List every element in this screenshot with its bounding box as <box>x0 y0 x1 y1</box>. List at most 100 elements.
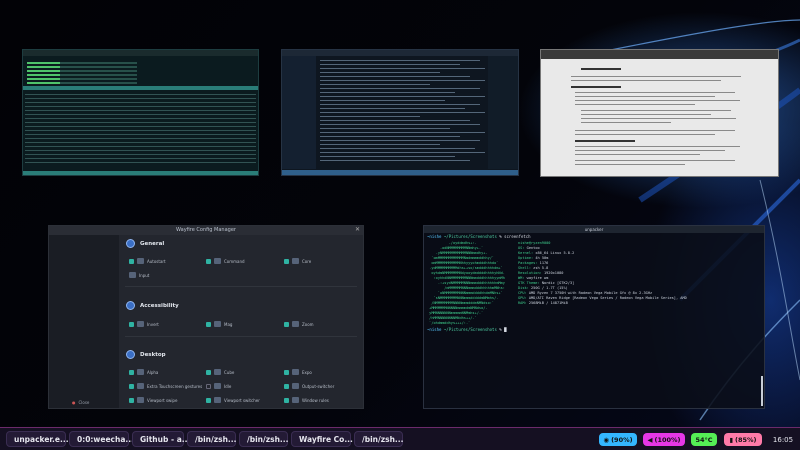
plugin-icon <box>214 258 221 264</box>
window-thumbnail-htop[interactable] <box>22 49 259 176</box>
checkbox-icon[interactable] <box>206 369 211 375</box>
plugin-extra-gestures[interactable]: Extra Touchscreen gestures <box>129 383 202 389</box>
close-icon[interactable]: ✕ <box>355 226 360 233</box>
taskbar-item[interactable]: 0:0:weecha... <box>69 431 134 447</box>
plugin-icon <box>129 272 136 278</box>
prompt-line: ~nishe ~/Pictures/Screenshots % screenfe… <box>427 234 531 239</box>
plugin-icon <box>137 258 144 264</box>
taskbar-item[interactable]: /bin/zsh... <box>354 431 403 447</box>
info-resolution: Resolution: 1920x1080 <box>518 271 564 275</box>
temperature-status: 54°C <box>691 433 717 446</box>
info-gtk-theme: GTK Theme: Nordic [GTK2/3] <box>518 281 575 285</box>
plugin-icon <box>292 321 299 327</box>
volume-icon: ◀ <box>647 435 653 444</box>
category-desktop: Desktop <box>126 350 166 359</box>
weechat-input-bar <box>282 170 518 175</box>
info-cpu: CPU: AMD Ryzen 7 3750H with Radeon Vega … <box>518 291 653 295</box>
window-titlebar <box>282 50 518 56</box>
plugin-expo[interactable]: Expo <box>284 369 312 375</box>
accessibility-icon <box>126 301 135 310</box>
plugin-cube[interactable]: Cube <box>206 369 234 375</box>
wifi-status[interactable]: ◉ (90%) <box>599 433 637 446</box>
checkbox-icon[interactable] <box>129 321 134 327</box>
plugin-icon <box>292 369 299 375</box>
buffer-list <box>282 56 316 169</box>
checkbox-icon[interactable] <box>129 397 134 403</box>
cpu-meters <box>27 60 137 86</box>
plugin-command[interactable]: Command <box>206 258 245 264</box>
checkbox-icon[interactable] <box>284 258 289 264</box>
plugin-mag[interactable]: Mag <box>206 321 232 327</box>
plugin-icon <box>137 321 144 327</box>
checkbox-icon[interactable] <box>284 321 289 327</box>
plugin-icon <box>214 397 221 403</box>
info-packages: Packages: 1176 <box>518 261 549 265</box>
wifi-icon: ◉ <box>603 435 610 444</box>
plugin-icon <box>214 383 221 389</box>
info-gpu: GPU: AMD/ATI Raven Ridge [Radeon Vega Se… <box>518 296 687 300</box>
window-thumbnail-github[interactable] <box>540 49 779 177</box>
taskbar-item[interactable]: Wayfire Co... <box>291 431 353 447</box>
window-thumbnail-weechat[interactable] <box>281 49 519 176</box>
info-uptime: Uptime: 4h 50m <box>518 256 549 260</box>
plugin-input[interactable]: Input <box>129 272 149 278</box>
plugin-icon <box>137 383 144 389</box>
clock[interactable]: 16:05 <box>768 433 798 446</box>
plugin-core[interactable]: Core <box>284 258 311 264</box>
plugin-icon <box>292 258 299 264</box>
info-ram: RAM: 2568MiB / 14871MiB <box>518 301 568 305</box>
browser-toolbar <box>541 50 778 59</box>
battery-status[interactable]: ▮ (85%) <box>724 433 762 446</box>
plugin-icon <box>292 383 299 389</box>
window-config-manager[interactable]: Wayfire Config Manager ✕ General Autosta… <box>48 225 364 409</box>
info-header: nishe@ryzen9000 <box>518 241 551 245</box>
checkbox-icon[interactable] <box>284 397 289 403</box>
plugin-zoom[interactable]: Zoom <box>284 321 314 327</box>
plugin-alpha[interactable]: Alpha <box>129 369 158 375</box>
checkbox-icon[interactable] <box>206 383 211 389</box>
general-icon <box>126 239 135 248</box>
volume-status[interactable]: ◀ (100%) <box>643 433 685 446</box>
close-icon: ● <box>72 400 76 405</box>
nick-list <box>488 56 518 169</box>
plugin-viewport-swipe[interactable]: Viewport swipe <box>129 397 177 403</box>
plugin-output-switcher[interactable]: Output-switcher <box>284 383 334 389</box>
close-button[interactable]: ● Close <box>72 400 89 405</box>
category-general: General <box>126 239 164 248</box>
checkbox-icon[interactable] <box>129 369 134 375</box>
checkbox-icon[interactable] <box>206 258 211 264</box>
plugin-icon <box>292 397 299 403</box>
info-wm: WM: wayfire wm <box>518 276 549 280</box>
window-title: Wayfire Config Manager <box>49 226 363 235</box>
plugin-icon <box>137 369 144 375</box>
checkbox-icon[interactable] <box>206 321 211 327</box>
plugin-icon <box>214 321 221 327</box>
taskbar-item[interactable]: /bin/zsh... <box>187 431 236 447</box>
checkbox-icon[interactable] <box>129 383 134 389</box>
window-terminal[interactable]: unpacker ~nishe ~/Pictures/Screenshots %… <box>423 225 765 409</box>
plugin-idle[interactable]: Idle <box>206 383 231 389</box>
process-header <box>23 86 258 90</box>
checkbox-icon[interactable] <box>284 369 289 375</box>
config-sidebar <box>49 235 119 408</box>
info-os: OS: Gentoo <box>518 246 540 250</box>
category-accessibility: Accessibility <box>126 301 179 310</box>
checkbox-icon[interactable] <box>206 397 211 403</box>
plugin-autostart[interactable]: Autostart <box>129 258 166 264</box>
plugin-window-rules[interactable]: Window rules <box>284 397 329 403</box>
prompt-line-2: ~nishe ~/Pictures/Screenshots % █ <box>427 327 507 332</box>
window-titlebar <box>23 50 258 56</box>
terminal-scrollbar[interactable] <box>761 376 763 406</box>
info-kernel: Kernel: x86_64 Linux 5.8.2 <box>518 251 575 255</box>
plugin-viewport-switcher[interactable]: Viewport switcher <box>206 397 260 403</box>
checkbox-icon[interactable] <box>284 383 289 389</box>
checkbox-icon[interactable] <box>129 258 134 264</box>
plugin-icon <box>214 369 221 375</box>
taskbar-item[interactable]: /bin/zsh... <box>239 431 288 447</box>
taskbar-item[interactable]: unpacker.e... <box>6 431 69 447</box>
plugin-invert[interactable]: Invert <box>129 321 159 327</box>
info-shell: Shell: zsh 5.8 <box>518 266 549 270</box>
taskbar-item[interactable]: Github - a... <box>132 431 190 447</box>
desktop-icon <box>126 350 135 359</box>
window-title: unpacker <box>424 226 764 233</box>
